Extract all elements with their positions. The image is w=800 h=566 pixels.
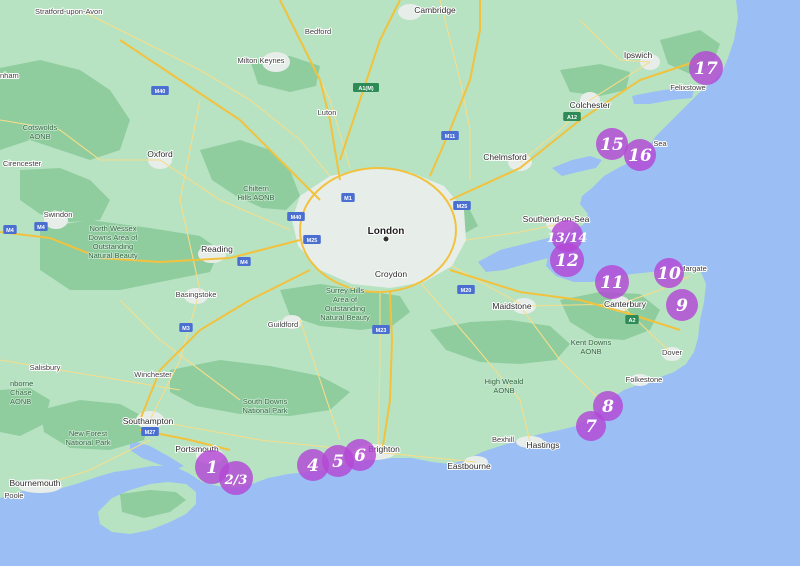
map-canvas[interactable]: M40 A1(M) M11 A12 M1 M25 M40 M25 M4 M4 M4 M20 M23 M3 A… <box>0 0 800 566</box>
place-label-folkestone: Folkestone <box>626 375 663 384</box>
location-marker-6[interactable]: 6 <box>344 439 376 471</box>
road-shield-m3: M3 <box>179 323 193 332</box>
place-label-southampton: Southampton <box>123 416 174 426</box>
location-marker-15[interactable]: 15 <box>596 128 628 160</box>
place-label-colchester: Colchester <box>570 100 611 110</box>
place-label-reading: Reading <box>201 244 233 254</box>
park-label-south-downs: South Downs National Park <box>242 397 287 415</box>
park-label-new-forest: New Forest National Park <box>65 429 110 447</box>
marker-number: 4 <box>307 456 319 476</box>
location-marker-8[interactable]: 8 <box>593 391 623 421</box>
svg-text:M3: M3 <box>182 326 190 332</box>
marker-number: 6 <box>354 446 366 466</box>
marker-number: 11 <box>600 273 624 293</box>
marker-number: 13/14 <box>547 231 588 246</box>
place-label-nham: nham <box>0 71 19 80</box>
svg-text:M25: M25 <box>307 238 318 244</box>
road-shield-m4-far-west: M4 <box>3 225 17 234</box>
place-label-poole: Poole <box>4 491 23 500</box>
place-label-canterbury: Canterbury <box>604 299 647 309</box>
place-label-cambridge: Cambridge <box>414 5 456 15</box>
place-label-ipswich: Ipswich <box>624 50 653 60</box>
place-label-cirencester: Cirencester <box>3 159 42 168</box>
place-label-dover: Dover <box>662 348 683 357</box>
place-label-southend: Southend-on-Sea <box>523 214 590 224</box>
svg-text:M4: M4 <box>37 225 46 231</box>
road-shield-m40-south: M40 <box>287 212 305 221</box>
marker-number: 8 <box>601 397 614 417</box>
place-label-bexhill: Bexhill <box>492 435 514 444</box>
place-label-guildford: Guildford <box>268 320 298 329</box>
place-label-luton: Luton <box>318 108 337 117</box>
svg-text:M4: M4 <box>6 228 15 234</box>
marker-number: 2/3 <box>224 473 248 488</box>
road-shield-a2: A2 <box>625 315 639 324</box>
road-shield-m20: M20 <box>457 285 475 294</box>
place-label-salisbury: Salisbury <box>30 363 61 372</box>
place-label-croydon: Croydon <box>375 269 407 279</box>
road-shield-m1: M1 <box>341 193 355 202</box>
svg-text:M4: M4 <box>240 260 249 266</box>
road-shield-m27: M27 <box>141 427 159 436</box>
park-label-surrey-hills: Surrey Hills Area of Outstanding Natural Be… <box>320 286 370 322</box>
location-marker-16[interactable]: 16 <box>624 139 656 171</box>
road-shield-m11: M11 <box>441 131 459 140</box>
marker-number: 12 <box>555 251 579 271</box>
road-shield-m25-east: M25 <box>453 201 471 210</box>
svg-text:A12: A12 <box>567 115 577 121</box>
place-label-london: London <box>368 226 405 237</box>
marker-number: 9 <box>676 296 688 316</box>
location-marker-9[interactable]: 9 <box>666 289 698 321</box>
place-label-milton-keynes: Milton Keynes <box>237 56 284 65</box>
svg-text:M27: M27 <box>145 430 156 436</box>
london-center-dot <box>382 235 390 243</box>
svg-text:M20: M20 <box>461 288 472 294</box>
place-label-bedford: Bedford <box>305 27 331 36</box>
svg-text:A1(M): A1(M) <box>358 86 373 92</box>
svg-text:M11: M11 <box>445 134 455 140</box>
svg-text:M40: M40 <box>155 89 166 95</box>
marker-number: 10 <box>657 264 681 284</box>
marker-number: 16 <box>628 146 652 166</box>
road-shield-m40-north: M40 <box>151 86 169 95</box>
place-label-basingstoke: Basingstoke <box>176 290 217 299</box>
road-shield-m4-east: M4 <box>237 257 251 266</box>
svg-text:M25: M25 <box>457 204 468 210</box>
marker-number: 17 <box>694 59 718 79</box>
road-shield-m4-west: M4 <box>34 222 48 231</box>
place-label-sea: Sea <box>653 139 667 148</box>
park-label-cranborne: nborne Chase AONB <box>10 379 33 406</box>
marker-number: 7 <box>585 417 597 437</box>
place-label-winchester: Winchester <box>134 370 172 379</box>
svg-text:M1: M1 <box>344 196 352 202</box>
park-label-north-wessex: North Wessex Downs Area of Outstanding Natu… <box>88 224 138 260</box>
svg-text:A2: A2 <box>628 318 635 324</box>
place-label-stratford: Stratford-upon-Avon <box>35 7 102 16</box>
location-marker-11[interactable]: 11 <box>595 265 629 299</box>
place-label-chelmsford: Chelmsford <box>483 152 527 162</box>
road-shield-a1m: A1(M) <box>353 83 379 92</box>
road-shield-a12: A12 <box>563 112 581 121</box>
svg-text:M23: M23 <box>376 328 387 334</box>
place-label-swindon: Swindon <box>44 210 73 219</box>
svg-text:M40: M40 <box>291 215 302 221</box>
road-shield-m23: M23 <box>372 325 390 334</box>
place-label-oxford: Oxford <box>147 149 173 159</box>
place-label-maidstone: Maidstone <box>492 301 531 311</box>
place-label-bournemouth: Bournemouth <box>9 478 60 488</box>
place-label-eastbourne: Eastbourne <box>447 461 491 471</box>
marker-number: 15 <box>600 135 624 155</box>
location-marker-17[interactable]: 17 <box>689 51 723 85</box>
place-label-felixstowe: Felixstowe <box>670 83 705 92</box>
road-shield-m25-west: M25 <box>303 235 321 244</box>
location-marker-10[interactable]: 10 <box>654 258 684 288</box>
location-marker-2-3[interactable]: 2/3 <box>219 461 253 495</box>
marker-number: 1 <box>206 458 218 478</box>
marker-number: 5 <box>332 452 344 472</box>
place-label-hastings: Hastings <box>526 440 559 450</box>
